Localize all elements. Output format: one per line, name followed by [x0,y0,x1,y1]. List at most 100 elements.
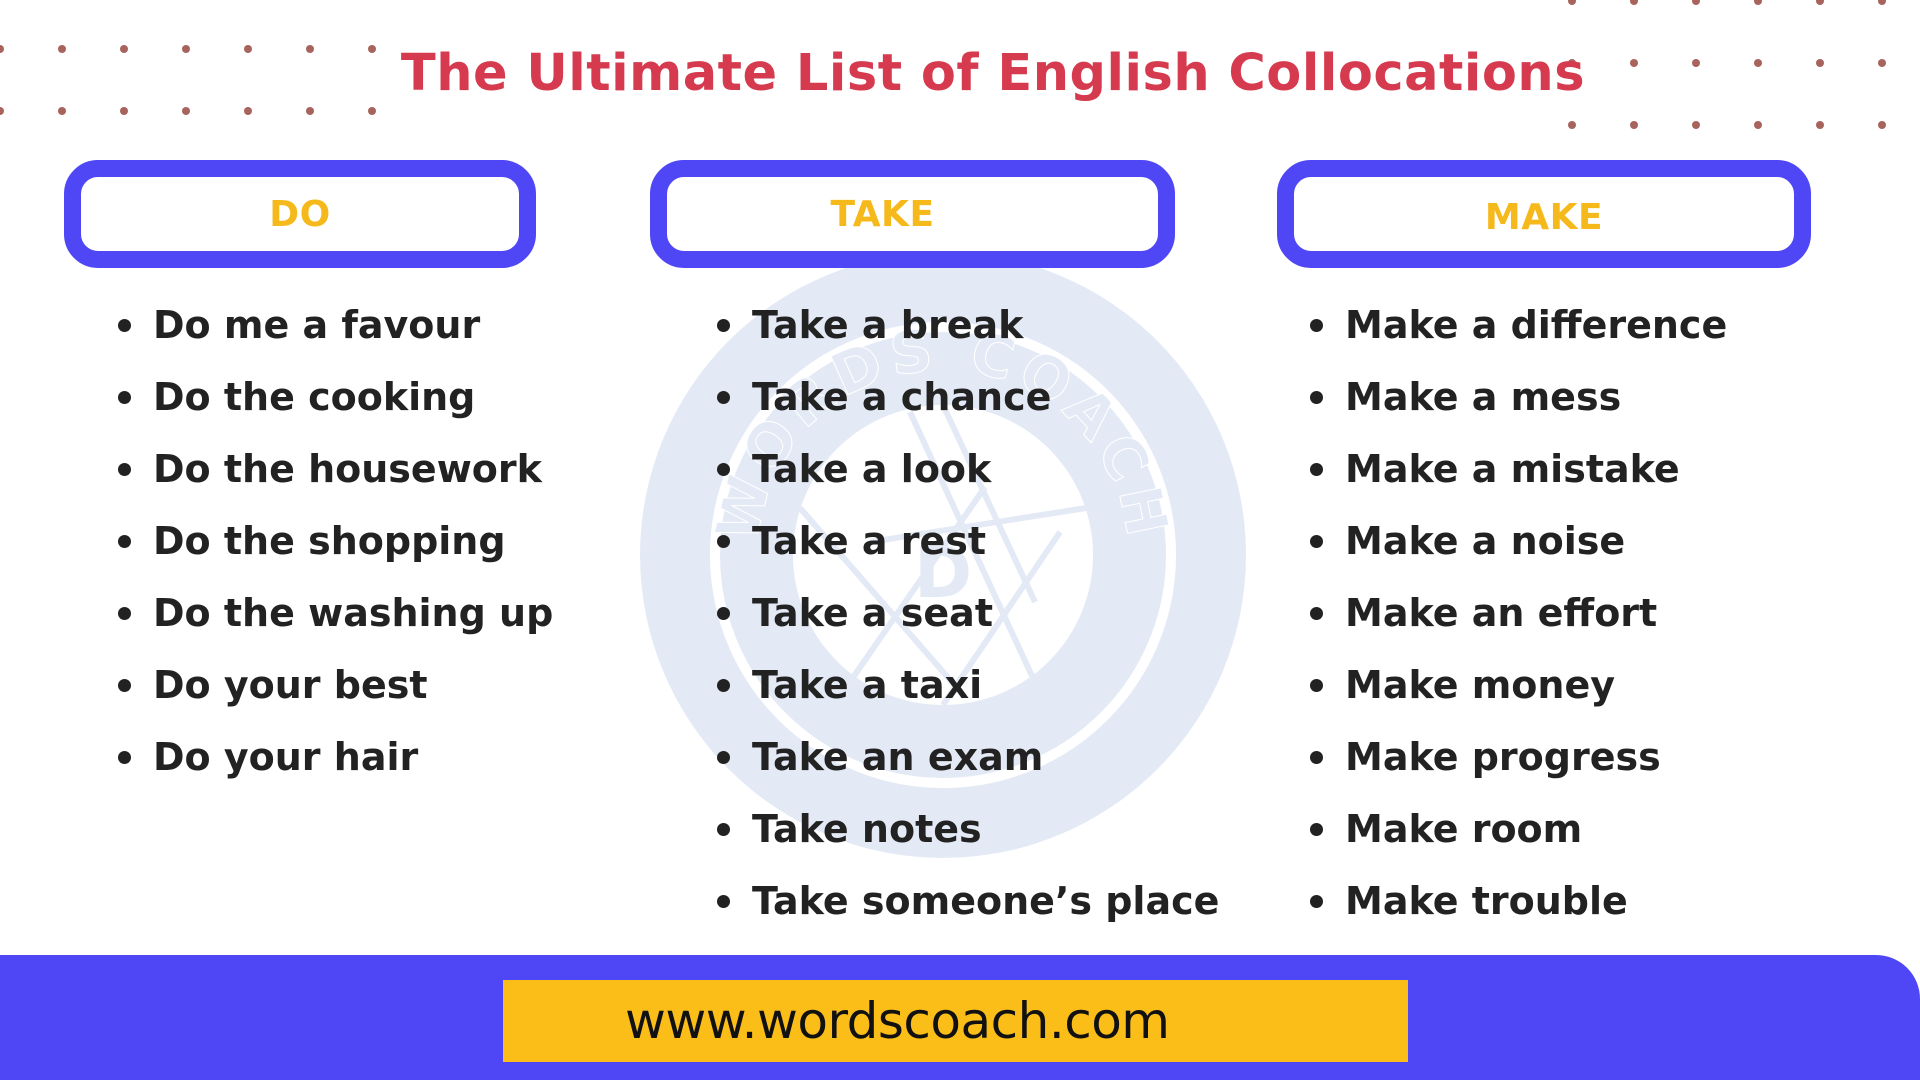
dot [120,107,128,115]
collocation-list-item: Take an exam [717,728,1219,800]
dot [1568,121,1576,129]
collocation-list-item: Take a chance [717,368,1219,440]
heading-box-make: MAKE [1277,160,1811,268]
bullet-icon [118,535,131,548]
bullet-icon [717,895,730,908]
collocation-list-item: Make a mess [1310,368,1727,440]
do-collocation-list: Do me a favour Do the cooking Do the house… [118,296,553,800]
collocation-text: Do the housework [153,447,542,491]
page-title: The Ultimate List of English Collocation… [400,44,1586,103]
collocation-list-item: Do your best [118,656,553,728]
bullet-icon [118,751,131,764]
dot [1878,121,1886,129]
bullet-icon [1310,679,1323,692]
bullet-icon [717,679,730,692]
bullet-icon [717,535,730,548]
heading-make: MAKE [1484,196,1604,238]
collocation-list-item: Do the shopping [118,512,553,584]
collocation-text: Take an exam [752,735,1044,779]
bullet-icon [1310,607,1323,620]
footer-band: www.wordscoach.com [0,955,1920,1080]
collocation-list-item: Make an effort [1310,584,1727,656]
collocation-list-item: Take a break [717,296,1219,368]
heading-box-take: TAKE [650,160,1175,268]
collocation-text: Take notes [752,807,982,851]
collocation-list-item: Do your hair [118,728,553,800]
collocation-list-item: Do the housework [118,440,553,512]
collocation-text: Make trouble [1345,879,1628,923]
collocation-text: Take a seat [752,591,993,635]
collocation-text: Make a mistake [1345,447,1680,491]
dot [244,107,252,115]
bullet-icon [1310,535,1323,548]
collocation-text: Take a rest [752,519,987,563]
collocation-list-item: Make room [1310,800,1727,872]
dot [306,107,314,115]
collocation-list-item: Take notes [717,800,1219,872]
collocation-text: Make a mess [1345,375,1622,419]
collocation-text: Take someone’s place [752,879,1220,923]
make-collocation-list: Make a difference Make a mess Make a mista… [1310,296,1727,944]
bullet-icon [1310,463,1323,476]
dot [1630,0,1638,5]
website-banner: www.wordscoach.com [503,980,1408,1062]
dot [1568,0,1576,5]
collocation-list-item: Do me a favour [118,296,553,368]
dot [1692,0,1700,5]
collocation-text: Do the cooking [153,375,476,419]
bullet-icon [717,607,730,620]
collocation-list-item: Make a mistake [1310,440,1727,512]
bullet-icon [1310,823,1323,836]
bullet-icon [717,463,730,476]
collocation-list-item: Do the washing up [118,584,553,656]
bullet-icon [1310,895,1323,908]
collocation-list-item: Make a noise [1310,512,1727,584]
collocation-list-item: Take someone’s place [717,872,1219,944]
bullet-icon [717,751,730,764]
collocation-text: Take a taxi [752,663,983,707]
take-collocation-list: Take a break Take a chance Take a look Take… [717,296,1219,944]
collocation-text: Do the washing up [153,591,554,635]
bullet-icon [118,391,131,404]
dot [1754,121,1762,129]
dot [368,107,376,115]
heading-do: DO [269,193,331,235]
collocation-text: Make an effort [1345,591,1658,635]
collocation-list-item: Make trouble [1310,872,1727,944]
collocation-text: Do me a favour [153,303,481,347]
bullet-icon [118,607,131,620]
dot [58,107,66,115]
collocation-text: Do your hair [153,735,419,779]
dot [1754,0,1762,5]
collocation-list-item: Make money [1310,656,1727,728]
collocation-text: Do your best [153,663,428,707]
collocation-text: Make room [1345,807,1583,851]
collocation-text: Make progress [1345,735,1661,779]
collocation-text: Make a noise [1345,519,1626,563]
bullet-icon [717,823,730,836]
heading-take: TAKE [830,193,935,235]
dot [1630,121,1638,129]
dot [1816,0,1824,5]
collocation-list-item: Take a taxi [717,656,1219,728]
dot [182,107,190,115]
bullet-icon [717,391,730,404]
collocation-list-item: Make a difference [1310,296,1727,368]
collocation-text: Take a chance [752,375,1052,419]
dot [0,107,4,115]
collocation-list-item: Take a seat [717,584,1219,656]
bullet-icon [118,679,131,692]
bullet-icon [118,319,131,332]
website-url[interactable]: www.wordscoach.com [625,992,1170,1050]
collocation-text: Take a break [752,303,1024,347]
collocation-text: Take a look [752,447,992,491]
dot [1692,121,1700,129]
collocation-list-item: Do the cooking [118,368,553,440]
collocation-list-item: Take a rest [717,512,1219,584]
collocation-list-item: Make progress [1310,728,1727,800]
bullet-icon [1310,391,1323,404]
bullet-icon [1310,751,1323,764]
collocation-list-item: Take a look [717,440,1219,512]
dot [1878,0,1886,5]
collocation-text: Make money [1345,663,1616,707]
